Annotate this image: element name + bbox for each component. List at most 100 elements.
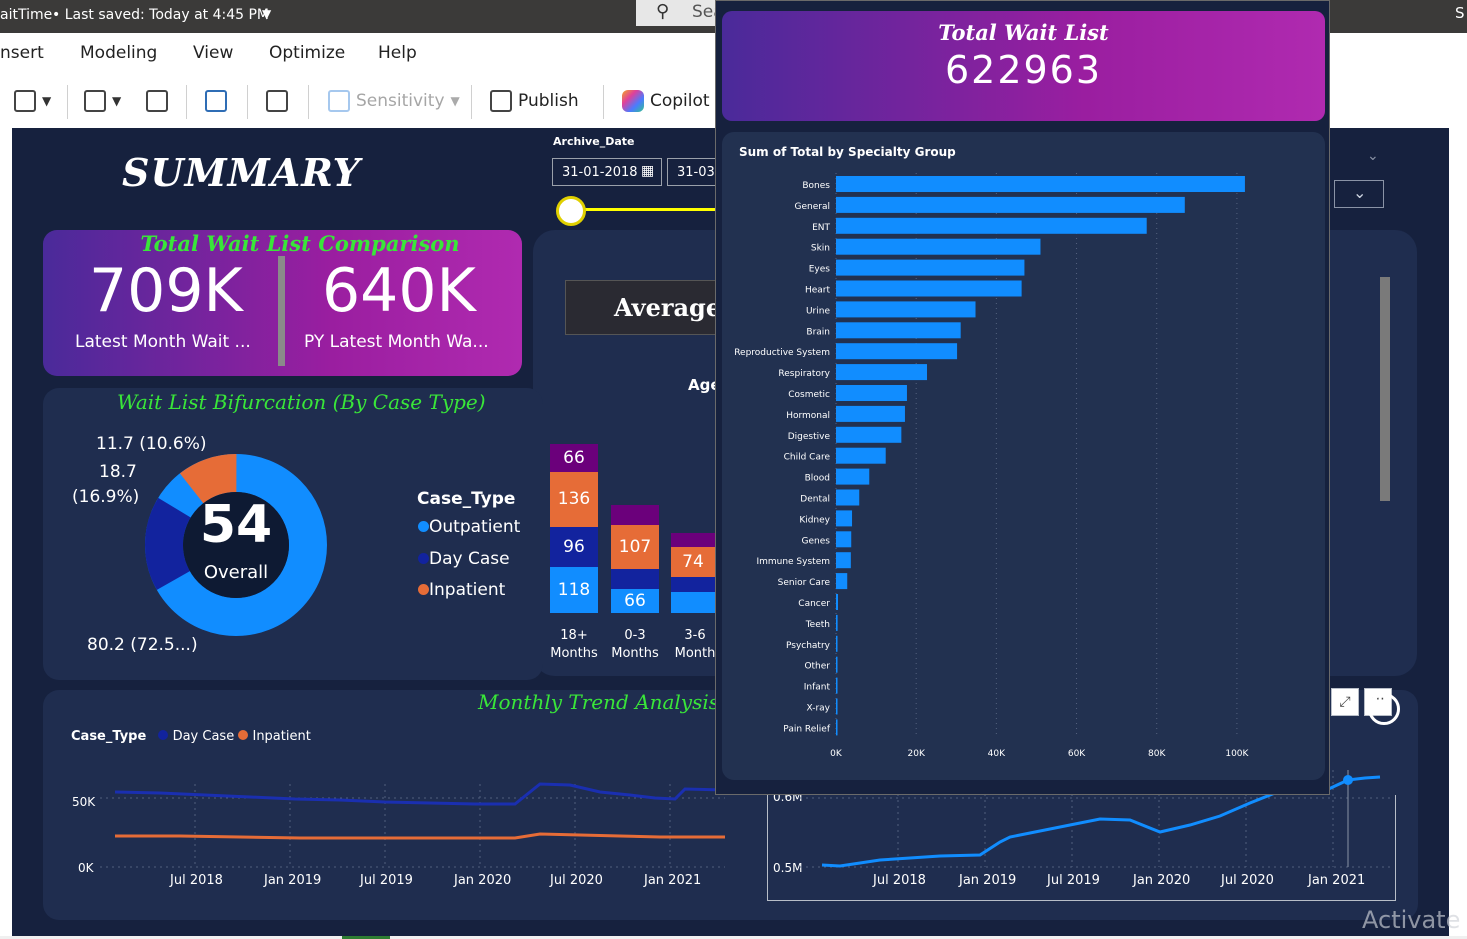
legend-item-daycase[interactable]: Day Case [173, 729, 235, 744]
bar-teeth[interactable] [836, 614, 838, 631]
bar-brain[interactable] [836, 322, 961, 339]
segment-inpatient: 74 [671, 547, 715, 577]
category-label: X-ray [806, 704, 830, 714]
bar-respiratory[interactable] [836, 364, 928, 381]
category-label: Dental [800, 495, 830, 505]
legend-item-inpatient[interactable]: Inpatient [252, 729, 310, 744]
chevron-down-icon[interactable]: ⌄ [1367, 148, 1379, 164]
window-control-icon[interactable]: S [1455, 4, 1465, 22]
legend-item-inpatient[interactable]: Inpatient [418, 580, 505, 600]
bar-hormonal[interactable] [836, 405, 905, 422]
tab-modeling[interactable]: Modeling [80, 43, 157, 63]
last-saved-status[interactable]: • Last saved: Today at 4:45 PM [52, 7, 269, 23]
py-latest-month-label: PY Latest Month Wa... [304, 332, 489, 352]
date-slider-handle[interactable] [556, 196, 586, 226]
bar-reproductive-system[interactable] [836, 343, 958, 360]
divider [278, 256, 285, 366]
category-label: Child Care [784, 453, 831, 463]
category-label: Genes [802, 536, 831, 546]
bar-heart[interactable] [836, 280, 1022, 297]
category-label: Respiratory [778, 369, 830, 379]
x-tick-label: 20K [908, 749, 926, 759]
bar-pain-relief[interactable] [836, 719, 838, 736]
series-inpatient[interactable] [115, 832, 725, 840]
watermark: Activate V [1362, 906, 1467, 934]
bar-other[interactable] [836, 656, 838, 673]
publish-button[interactable]: Publish [490, 87, 579, 115]
chevron-down-icon[interactable]: ▼ [262, 7, 271, 21]
data-point-marker[interactable] [1343, 775, 1353, 785]
segment-outpatient: 66 [611, 589, 659, 613]
start-date-input[interactable]: 31-01-2018 ▦ [552, 158, 662, 186]
chevron-down-icon: ▼ [450, 94, 460, 108]
segment-daycase: 96 [550, 527, 598, 567]
calculator-button[interactable] [266, 87, 288, 115]
new-page-button[interactable]: ▼ [14, 87, 51, 115]
bar-kidney[interactable] [836, 510, 853, 527]
legend-item-outpatient[interactable]: Outpatient [418, 517, 520, 537]
bar-ent[interactable] [836, 217, 1147, 234]
table-icon [84, 90, 106, 112]
tab-view[interactable]: View [193, 43, 233, 63]
search-icon: ⚲ [656, 1, 670, 22]
category-label: Teeth [805, 620, 830, 630]
legend-dot [158, 730, 169, 740]
chevron-down-icon: ▼ [42, 94, 52, 108]
tab-optimize[interactable]: Optimize [269, 43, 345, 63]
new-measure-button[interactable] [205, 87, 227, 115]
segment-top [611, 505, 659, 525]
calendar-icon: ▦ [641, 163, 655, 179]
legend-dot [418, 521, 429, 532]
bar-dental[interactable] [836, 489, 860, 506]
bar-genes[interactable] [836, 531, 852, 548]
specialty-bar-chart[interactable]: 0K 20K 40K 60K 80K 100K Bones General ENT Skin Eye… [722, 165, 1325, 775]
trend-title: Monthly Trend Analysis - [478, 690, 733, 714]
category-label: Skin [811, 244, 830, 254]
py-latest-month-value: 640K [322, 256, 476, 326]
bar-senior-care[interactable] [836, 573, 848, 590]
series-daycase[interactable] [114, 782, 725, 806]
scrollbar[interactable] [1380, 277, 1390, 501]
sensitivity-button[interactable]: Sensitivity ▼ [328, 87, 460, 115]
bar-bones[interactable] [836, 176, 1245, 192]
page-icon [14, 90, 36, 112]
bar-infant[interactable] [836, 677, 838, 694]
category-label: Psychatry [786, 641, 831, 651]
stacked-column[interactable]: 107 66 [611, 505, 659, 613]
bar-immune-system[interactable] [836, 552, 851, 569]
bar-urine[interactable] [836, 301, 976, 318]
bifurcation-title: Wait List Bifurcation (By Case Type) [117, 390, 486, 414]
category-label: Cosmetic [788, 390, 830, 400]
filter-dropdown[interactable]: ⌄ [1334, 180, 1384, 208]
bar-general[interactable] [836, 196, 1185, 213]
legend-item-daycase[interactable]: Day Case [418, 549, 510, 569]
tooltip-value: 622963 [944, 48, 1103, 92]
bar-child-care[interactable] [836, 447, 886, 464]
segment-inpatient: 107 [611, 525, 659, 569]
copilot-button[interactable]: Copilot [622, 87, 710, 115]
bar-digestive[interactable] [836, 426, 902, 443]
bar-x-ray[interactable] [836, 698, 838, 715]
bar-cancer[interactable] [836, 594, 839, 610]
donut-label-daycase: 18.7 [99, 462, 137, 482]
bar-psychatry[interactable] [836, 635, 838, 652]
latest-month-value: 709K [89, 256, 243, 326]
bar-blood[interactable] [836, 468, 870, 485]
tab-insert[interactable]: nsert [0, 43, 44, 63]
category-label: Senior Care [778, 578, 831, 588]
x-tick: Jul 2018 [170, 873, 223, 888]
bar-skin[interactable] [836, 238, 1041, 255]
focus-mode-icon[interactable]: ⤢ [1331, 688, 1359, 716]
category-label: Heart [805, 286, 831, 296]
stacked-column[interactable]: 74 [671, 533, 715, 613]
calculator-icon [266, 90, 288, 112]
search-box[interactable]: ⚲ Sea [636, 0, 726, 26]
date-slider-track[interactable] [570, 208, 730, 211]
bar-eyes[interactable] [836, 259, 1025, 276]
bar-cosmetic[interactable] [836, 385, 907, 401]
visual-button[interactable]: ▼ [84, 87, 121, 115]
trend-line-chart-left[interactable] [100, 780, 725, 875]
stacked-column[interactable]: 66 136 96 118 [550, 444, 598, 613]
refresh-button[interactable] [146, 87, 168, 115]
tab-help[interactable]: Help [378, 43, 417, 63]
